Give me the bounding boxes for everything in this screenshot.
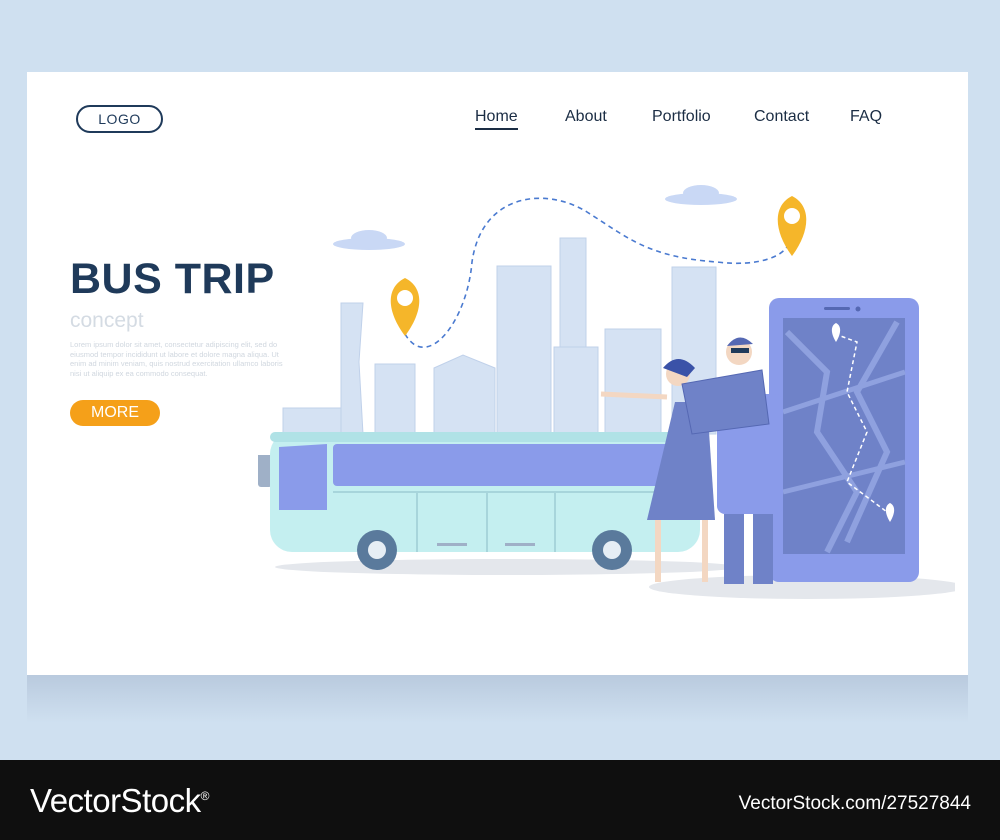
route-path: [404, 197, 791, 349]
main-nav: Home About Portfolio Contact FAQ: [27, 108, 968, 132]
cloud-icon: [333, 185, 737, 250]
location-pin-icon: [777, 196, 807, 256]
smartphone-map-icon: [769, 298, 919, 582]
nav-faq-link[interactable]: FAQ: [850, 108, 882, 126]
bus-trip-illustration: [258, 185, 955, 599]
page-title: BUS TRIP: [70, 255, 275, 303]
more-button[interactable]: MORE: [70, 400, 160, 426]
location-pin-icon: [390, 278, 420, 336]
nav-home-link[interactable]: Home: [475, 108, 518, 130]
trademark-symbol: ®: [200, 789, 210, 803]
ground-shadow: [275, 559, 739, 575]
nav-portfolio-link[interactable]: Portfolio: [652, 108, 711, 126]
page-subtitle: concept: [70, 309, 144, 332]
brand-name: VectorStock: [30, 782, 201, 819]
image-id: VectorStock.com/27527844: [738, 793, 971, 814]
vectorstock-brand: VectorStock®: [30, 782, 209, 820]
bus-icon: [258, 432, 700, 570]
nav-contact-link[interactable]: Contact: [754, 108, 809, 126]
nav-about-link[interactable]: About: [565, 108, 607, 126]
city-skyline: [282, 237, 717, 435]
watermark-footer: VectorStock® VectorStock.com/27527844: [0, 760, 1000, 840]
landing-page-card: LOGO Home About Portfolio Contact FAQ BU…: [27, 72, 968, 675]
card-shadow: [27, 675, 968, 723]
